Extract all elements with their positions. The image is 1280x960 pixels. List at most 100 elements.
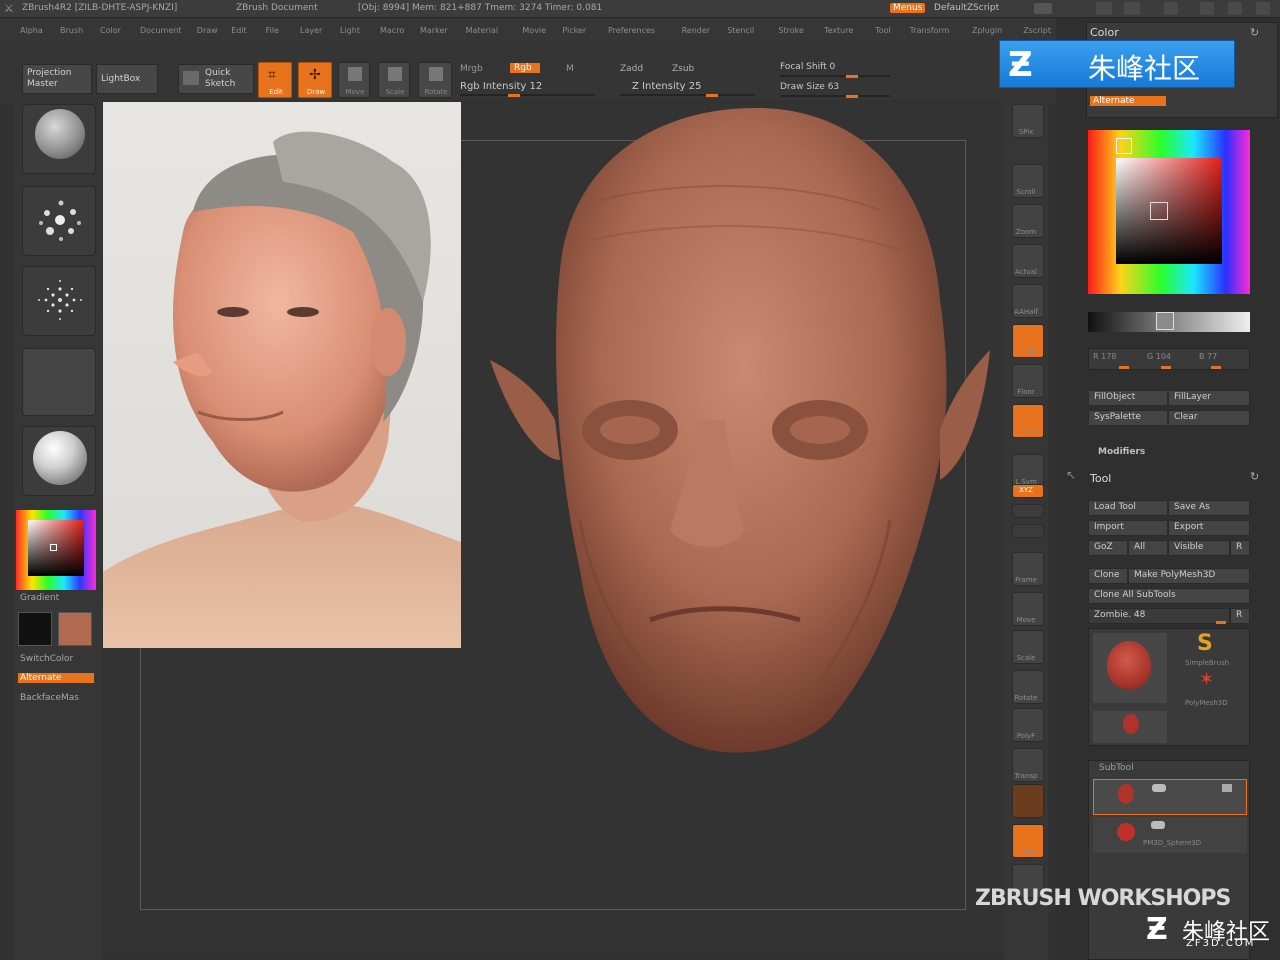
menu-item-tool[interactable]: Tool — [875, 26, 891, 35]
sculpt-model[interactable] — [480, 100, 1000, 780]
subtool-title[interactable]: SubTool — [1099, 763, 1134, 773]
lock-icon[interactable] — [1164, 2, 1178, 15]
visibility-eye-icon[interactable] — [1151, 821, 1165, 829]
rgb-button[interactable]: Rgb — [510, 63, 540, 73]
alternate-button[interactable]: Alternate — [18, 673, 94, 683]
menu-item-edit[interactable]: Edit — [231, 26, 247, 35]
menu-item-macro[interactable]: Macro — [380, 26, 404, 35]
fill-object-button[interactable]: FillObject — [1088, 390, 1168, 406]
b-slider[interactable]: B 77 — [1199, 352, 1217, 361]
menu-item-draw[interactable]: Draw — [197, 26, 218, 35]
menu-item-file[interactable]: File — [266, 26, 279, 35]
simple-brush-icon[interactable]: S — [1197, 631, 1213, 656]
mrgb-button[interactable]: Mrgb — [460, 64, 483, 74]
menu-item-light[interactable]: Light — [340, 26, 360, 35]
sys-palette-button[interactable]: SysPalette — [1088, 410, 1168, 426]
subtool-toggle-icon[interactable] — [1222, 784, 1232, 792]
menu-item-alpha[interactable]: Alpha — [20, 26, 43, 35]
menu-item-movie[interactable]: Movie — [522, 26, 546, 35]
export-button[interactable]: Export — [1168, 520, 1250, 536]
tool-refresh-icon[interactable]: ↻ — [1250, 470, 1259, 483]
saturation-square[interactable] — [1116, 158, 1222, 264]
shelf-button-slot-10[interactable] — [1012, 504, 1044, 518]
clone-button[interactable]: Clone — [1088, 568, 1128, 584]
texture-selector[interactable] — [22, 348, 96, 416]
close-icon[interactable] — [1256, 2, 1270, 15]
visible-button[interactable]: Visible — [1168, 540, 1230, 556]
color-alternate-button[interactable]: Alternate — [1090, 96, 1166, 106]
menu-item-transform[interactable]: Transform — [910, 26, 950, 35]
quick-sketch-button[interactable]: Quick Sketch — [178, 64, 254, 94]
refresh-icon[interactable]: ↻ — [1250, 26, 1259, 39]
zadd-button[interactable]: Zadd — [620, 64, 643, 74]
tool-r-button[interactable]: R — [1230, 608, 1250, 624]
focal-shift-slider[interactable]: Focal Shift 0 — [780, 62, 835, 72]
menu-item-brush[interactable]: Brush — [60, 26, 83, 35]
g-slider[interactable]: G 104 — [1147, 352, 1171, 361]
script-name[interactable]: DefaultZScript — [934, 3, 999, 13]
move-button[interactable]: Move — [338, 62, 370, 98]
tool-name-slider[interactable]: Zombie. 48 — [1088, 608, 1230, 624]
rgb-intensity-slider[interactable]: Rgb Intensity 12 — [460, 81, 542, 92]
lightbox-button[interactable]: LightBox — [96, 64, 158, 94]
menu-item-texture[interactable]: Texture — [824, 26, 853, 35]
menu-item-zplugin[interactable]: Zplugin — [972, 26, 1002, 35]
projection-master-button[interactable]: Projection Master — [22, 64, 92, 94]
menu-item-layer[interactable]: Layer — [300, 26, 322, 35]
zombie-tool-thumb[interactable] — [1093, 633, 1167, 703]
scale-button[interactable]: Scale — [378, 62, 410, 98]
switch-color-button[interactable]: SwitchColor — [20, 654, 73, 664]
draw-button[interactable]: ✢ Draw — [298, 62, 332, 98]
fill-layer-button[interactable]: FillLayer — [1168, 390, 1250, 406]
visibility-eye-icon[interactable] — [1152, 784, 1166, 792]
zombie-small-thumb[interactable] — [1093, 711, 1167, 743]
modifiers-label[interactable]: Modifiers — [1098, 447, 1145, 457]
secondary-color-swatch[interactable] — [18, 612, 52, 646]
main-color-swatch[interactable] — [58, 612, 92, 646]
r-button[interactable]: R — [1230, 540, 1250, 556]
help-icon[interactable] — [1096, 2, 1112, 15]
tool-palette-title[interactable]: Tool — [1090, 472, 1111, 485]
edit-button[interactable]: ⌗ Edit — [258, 62, 292, 98]
menu-item-material[interactable]: Material — [466, 26, 499, 35]
polymesh3d-icon[interactable]: ✶ — [1199, 669, 1214, 690]
material-selector[interactable] — [22, 426, 96, 496]
save-as-button[interactable]: Save As — [1168, 500, 1250, 516]
menu-item-marker[interactable]: Marker — [420, 26, 448, 35]
layout-icon[interactable] — [1124, 2, 1140, 15]
color-palette-title[interactable]: Color — [1090, 26, 1119, 39]
draw-size-slider[interactable]: Draw Size 63 — [780, 82, 839, 92]
color-picker[interactable] — [16, 510, 96, 590]
m-button[interactable]: M — [566, 64, 574, 74]
menus-button[interactable]: Menus — [890, 3, 926, 13]
clone-all-subtools-button[interactable]: Clone All SubTools — [1088, 588, 1250, 604]
make-polymesh-button[interactable]: Make PolyMesh3D — [1128, 568, 1250, 584]
subtool-item-sphere[interactable]: PM3D_Sphere3D — [1093, 817, 1247, 853]
maximize-icon[interactable] — [1228, 2, 1242, 15]
brush-selector[interactable] — [22, 104, 96, 174]
menu-item-color[interactable]: Color — [100, 26, 121, 35]
load-tool-button[interactable]: Load Tool — [1088, 500, 1168, 516]
menu-item-preferences[interactable]: Preferences — [608, 26, 655, 35]
gradient-button[interactable]: Gradient — [20, 593, 59, 603]
minimize-icon[interactable] — [1200, 2, 1214, 15]
goz-button[interactable]: GoZ — [1088, 540, 1128, 556]
z-intensity-slider[interactable]: Z Intensity 25 — [632, 81, 701, 92]
r-slider[interactable]: R 178 — [1093, 352, 1116, 361]
reference-photo[interactable] — [103, 102, 461, 648]
shelf-button-slot-18[interactable] — [1012, 784, 1044, 818]
stroke-selector[interactable] — [22, 186, 96, 256]
alpha-selector[interactable] — [22, 266, 96, 336]
grayscale-strip[interactable] — [1088, 312, 1250, 332]
clear-button[interactable]: Clear — [1168, 410, 1250, 426]
main-color-wheel[interactable] — [1088, 130, 1250, 294]
zsub-button[interactable]: Zsub — [672, 64, 694, 74]
tool-pin-icon[interactable]: ↖ — [1066, 468, 1076, 482]
menu-item-picker[interactable]: Picker — [562, 26, 586, 35]
menu-item-render[interactable]: Render — [682, 26, 710, 35]
subtool-item-zombie[interactable] — [1093, 779, 1247, 815]
menu-item-document[interactable]: Document — [140, 26, 181, 35]
rotate-button[interactable]: Rotate — [418, 62, 452, 98]
menu-item-zscript[interactable]: Zscript — [1023, 26, 1051, 35]
import-button[interactable]: Import — [1088, 520, 1168, 536]
